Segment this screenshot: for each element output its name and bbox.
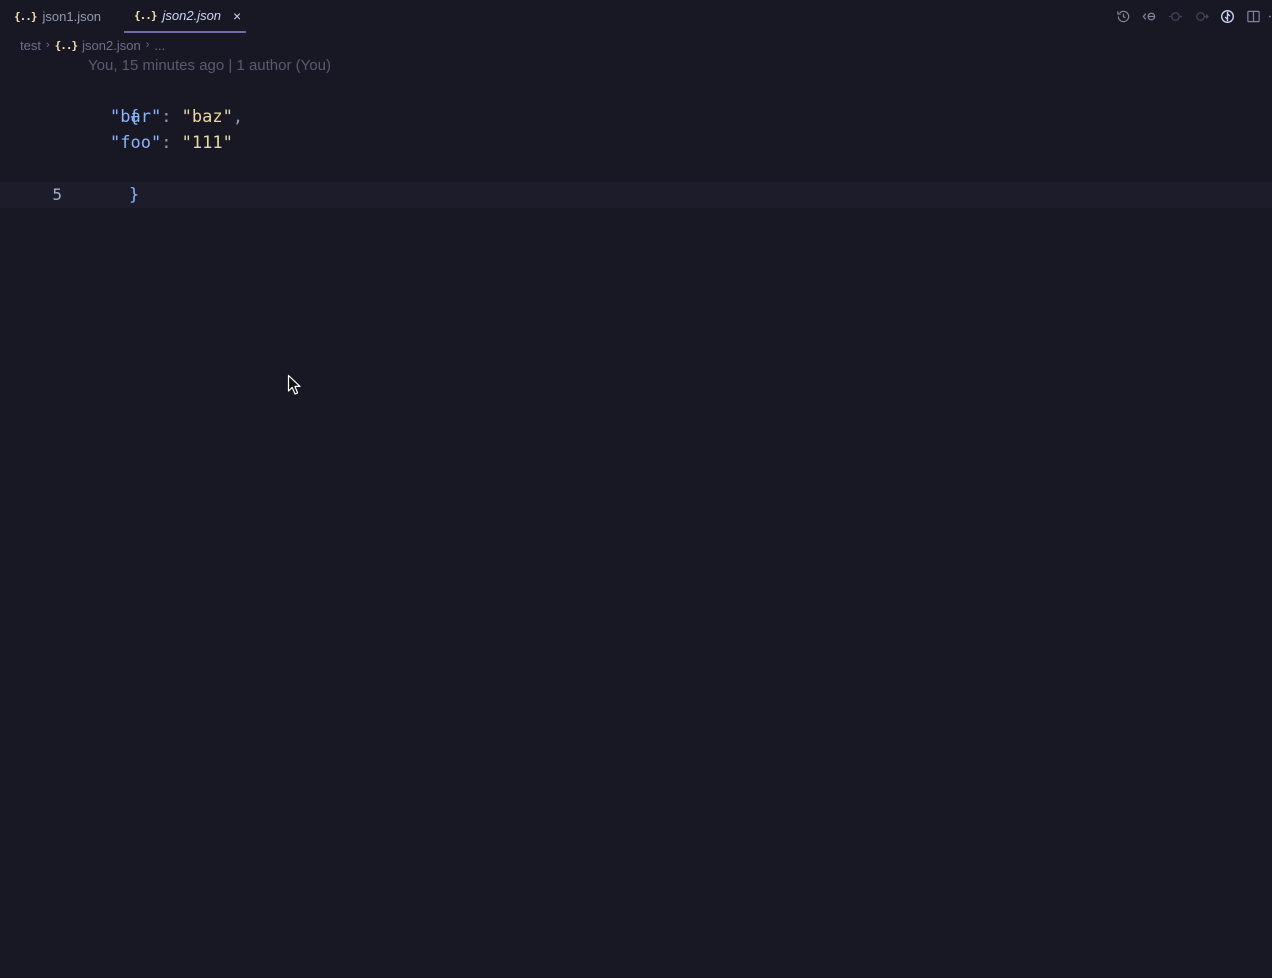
json-icon: {..}: [54, 38, 78, 52]
code-line: }: [88, 156, 139, 205]
breadcrumb: test › {..} json2.json › ...: [20, 35, 165, 55]
tab-bar: {..} json1.json {..} json2.json ×: [0, 0, 1272, 34]
history-icon[interactable]: [1112, 6, 1134, 26]
json-colon: :: [161, 133, 182, 153]
tab-json1[interactable]: {..} json1.json: [0, 0, 118, 33]
json-value: "baz": [181, 107, 233, 127]
close-icon[interactable]: ×: [233, 8, 241, 24]
breadcrumb-file[interactable]: json2.json: [82, 38, 141, 53]
json-icon: {..}: [134, 9, 157, 22]
mouse-pointer-icon: [287, 374, 301, 395]
tab-label: json1.json: [42, 9, 102, 24]
json-icon: {..}: [14, 10, 37, 23]
tab-json2[interactable]: {..} json2.json ×: [124, 0, 246, 33]
json-comma: ,: [232, 107, 244, 127]
split-editor-icon[interactable]: [1242, 6, 1264, 26]
chevron-right-icon: ›: [145, 39, 150, 51]
json-key: "bar": [110, 107, 162, 127]
go-back-icon[interactable]: [1138, 6, 1160, 26]
chevron-right-icon: ›: [45, 39, 50, 51]
json-colon: :: [161, 107, 182, 127]
code-line: "bar": "baz",: [88, 104, 243, 130]
git-compare-icon[interactable]: [1216, 6, 1238, 26]
more-actions-icon[interactable]: [1264, 6, 1272, 26]
editor-actions: [1108, 6, 1272, 26]
breadcrumb-folder[interactable]: test: [20, 38, 41, 53]
line-number: 5: [52, 185, 62, 204]
tab-label: json2.json: [162, 8, 222, 23]
previous-change-icon[interactable]: [1164, 6, 1186, 26]
editor-content[interactable]: You, 15 minutes ago | 1 author (You) { "…: [0, 56, 1272, 978]
next-change-icon[interactable]: [1190, 6, 1212, 26]
json-key: "foo": [110, 133, 162, 153]
blame-annotation[interactable]: You, 15 minutes ago | 1 author (You): [88, 57, 331, 74]
json-value: "111": [181, 133, 233, 153]
breadcrumb-symbol[interactable]: ...: [154, 38, 165, 53]
close-brace: }: [128, 185, 140, 205]
code-line: "foo": "111": [88, 130, 233, 156]
code-line: {: [88, 78, 139, 127]
current-line-highlight: [0, 182, 1272, 208]
